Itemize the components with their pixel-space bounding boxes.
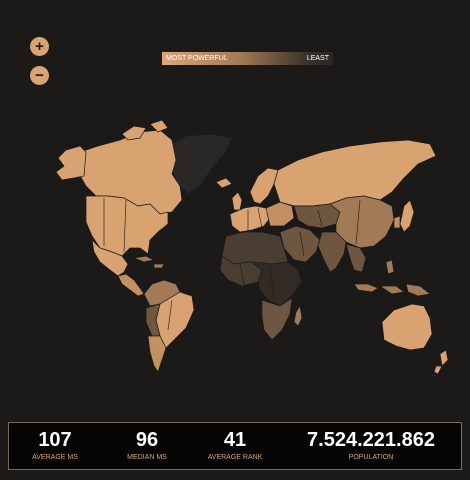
region-australia[interactable] (381, 303, 433, 351)
region-korea[interactable] (393, 215, 401, 229)
stats-panel: 107 AVERAGE MS 96 MEDIAN MS 41 AVERAGE R… (8, 422, 462, 470)
region-eastern-europe[interactable] (265, 201, 295, 227)
stat-average-ms: 107 AVERAGE MS (27, 429, 83, 463)
stat-average-rank-value: 41 (223, 429, 247, 451)
region-central-asia[interactable] (293, 203, 341, 229)
world-map[interactable] (0, 0, 470, 420)
stat-average-rank-label: AVERAGE RANK (207, 454, 263, 461)
region-new-zealand[interactable] (433, 349, 449, 375)
stat-population: 7.524.221.862 POPULATION (301, 429, 441, 463)
region-central-america[interactable] (117, 273, 145, 297)
stat-average-ms-value: 107 (38, 429, 72, 451)
region-uk[interactable] (231, 191, 243, 211)
stat-average-rank: 41 AVERAGE RANK (205, 429, 265, 463)
stat-population-label: POPULATION (348, 454, 394, 461)
stat-population-value: 7.524.221.862 (307, 429, 435, 451)
region-russia[interactable] (273, 139, 437, 207)
region-scandinavia[interactable] (249, 167, 279, 205)
region-southeast-asia[interactable] (345, 243, 367, 273)
stat-median-ms: 96 MEDIAN MS (119, 429, 175, 463)
region-caribbean[interactable] (132, 255, 165, 269)
region-north-africa[interactable] (221, 231, 289, 265)
stat-average-ms-label: AVERAGE MS (32, 454, 78, 461)
stat-median-ms-value: 96 (135, 429, 159, 451)
region-iceland[interactable] (215, 177, 233, 189)
region-india[interactable] (317, 231, 347, 273)
region-madagascar[interactable] (293, 305, 303, 327)
region-alaska[interactable] (55, 145, 87, 181)
stat-median-ms-label: MEDIAN MS (127, 454, 167, 461)
region-japan[interactable] (399, 199, 415, 233)
region-indonesia[interactable] (353, 259, 431, 297)
